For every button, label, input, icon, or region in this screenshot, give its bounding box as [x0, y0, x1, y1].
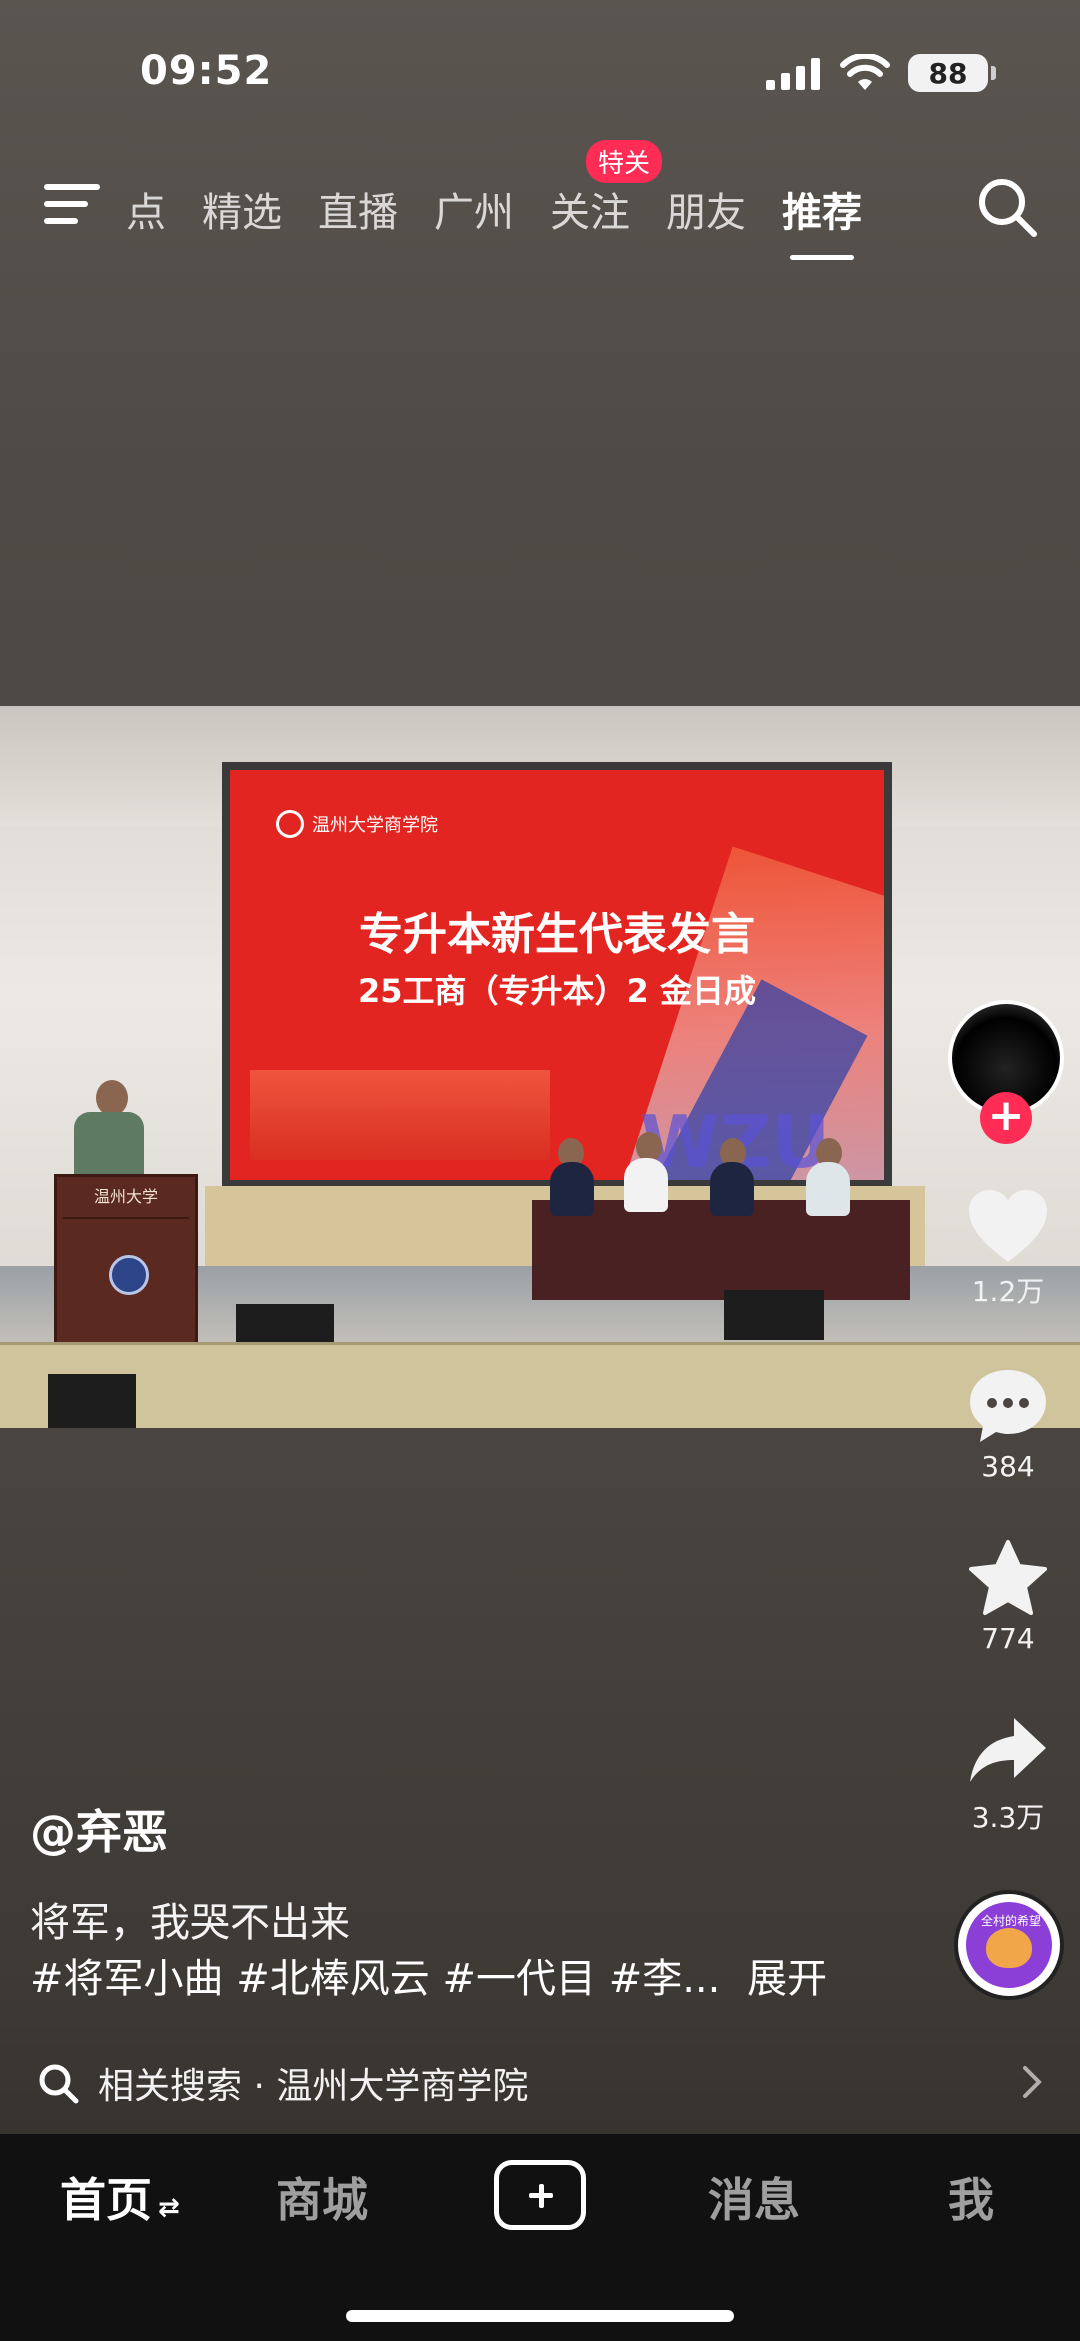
hashtags[interactable]: #将军小曲 #北棒风云 #一代目 #李... [30, 1956, 720, 2002]
stage-edge [0, 1342, 1080, 1428]
tab-partial[interactable]: 点 [126, 180, 166, 238]
stage-screen: 温州大学商学院 专升本新生代表发言 25工商（专升本）2 金日成 WZU [222, 762, 892, 1188]
share-arrow-icon [970, 1718, 1046, 1782]
search-icon [39, 2064, 79, 2104]
tab-recommend[interactable]: 推荐 [782, 180, 862, 260]
podium-emblem-icon [109, 1255, 149, 1295]
comment-count: 384 [981, 1450, 1035, 1483]
follow-plus-icon[interactable]: + [980, 1092, 1032, 1144]
video-player[interactable]: 温州大学商学院 专升本新生代表发言 25工商（专升本）2 金日成 WZU 温州大… [0, 706, 1080, 1428]
like-button[interactable]: 1.2万 [940, 1186, 1076, 1310]
create-post-button[interactable] [494, 2160, 586, 2230]
tab-following-label: 关注 [550, 190, 630, 236]
tab-me[interactable]: 我 [948, 2164, 994, 2230]
tab-featured[interactable]: 精选 [202, 180, 282, 238]
tab-friends[interactable]: 朋友 [666, 180, 746, 238]
star-icon [969, 1540, 1047, 1615]
related-search-text: 相关搜索 · 温州大学商学院 [98, 2066, 529, 2107]
tab-following[interactable]: 关注 特关 [550, 140, 663, 238]
author-name[interactable]: @弃恶 [30, 1796, 168, 1862]
music-label: 全村的希望 [980, 1914, 1041, 1928]
seated-person [550, 1162, 594, 1216]
special-follow-badge: 特关 [586, 140, 663, 183]
home-indicator[interactable] [346, 2310, 734, 2322]
expand-link[interactable]: 展开 [747, 1956, 827, 2002]
swap-icon: ⇄ [158, 2193, 180, 2223]
shiba-dog-icon [986, 1928, 1032, 1968]
post-caption: 将军，我哭不出来 [30, 1900, 350, 1946]
comment-button[interactable]: 384 [940, 1366, 1076, 1483]
seated-person [624, 1158, 668, 1212]
screen-logo: 温州大学商学院 [276, 810, 438, 838]
seated-person [806, 1162, 850, 1216]
wifi-icon [840, 54, 890, 90]
tab-messages[interactable]: 消息 [708, 2164, 800, 2230]
stage-monitor [724, 1290, 824, 1340]
menu-icon[interactable] [44, 180, 104, 228]
music-disc[interactable]: 全村的希望 [954, 1890, 1064, 2000]
related-search-bar[interactable]: 相关搜索 · 温州大学商学院 [0, 2048, 1080, 2118]
nav-tabs: 点 精选 直播 广州 关注 特关 朋友 推荐 [126, 140, 898, 260]
podium: 温州大学 [54, 1174, 198, 1352]
like-count: 1.2万 [971, 1275, 1045, 1308]
seated-person [710, 1162, 754, 1216]
tab-home[interactable]: 首页 ⇄ [60, 2164, 180, 2230]
favorite-button[interactable]: 774 [940, 1538, 1076, 1655]
tab-guangzhou[interactable]: 广州 [434, 180, 514, 238]
screen-title: 专升本新生代表发言 [359, 909, 755, 960]
chevron-right-icon [1023, 2066, 1042, 2098]
podium-sign: 温州大学 [63, 1183, 189, 1219]
post-tags: #将军小曲 #北棒风云 #一代目 #李... 展开 [30, 1946, 827, 2004]
tab-live[interactable]: 直播 [318, 180, 398, 238]
status-bar: 09:52 88 [0, 0, 1080, 140]
share-count: 3.3万 [971, 1801, 1045, 1834]
comment-icon [970, 1370, 1046, 1442]
status-time: 09:52 [140, 48, 273, 94]
share-button[interactable]: 3.3万 [940, 1712, 1076, 1836]
signal-icon [766, 58, 820, 90]
favorite-count: 774 [981, 1622, 1035, 1655]
tab-mall[interactable]: 商城 [276, 2164, 368, 2230]
school-emblem-icon [276, 810, 304, 838]
screen-building [250, 1070, 550, 1160]
heart-icon [969, 1190, 1047, 1262]
top-nav: 点 精选 直播 广州 关注 特关 朋友 推荐 [0, 140, 1080, 270]
battery-indicator: 88 [908, 54, 996, 92]
stage-monitor [48, 1374, 136, 1428]
search-icon[interactable] [974, 174, 1040, 240]
screen-subtitle: 25工商（专升本）2 金日成 [358, 972, 756, 1010]
